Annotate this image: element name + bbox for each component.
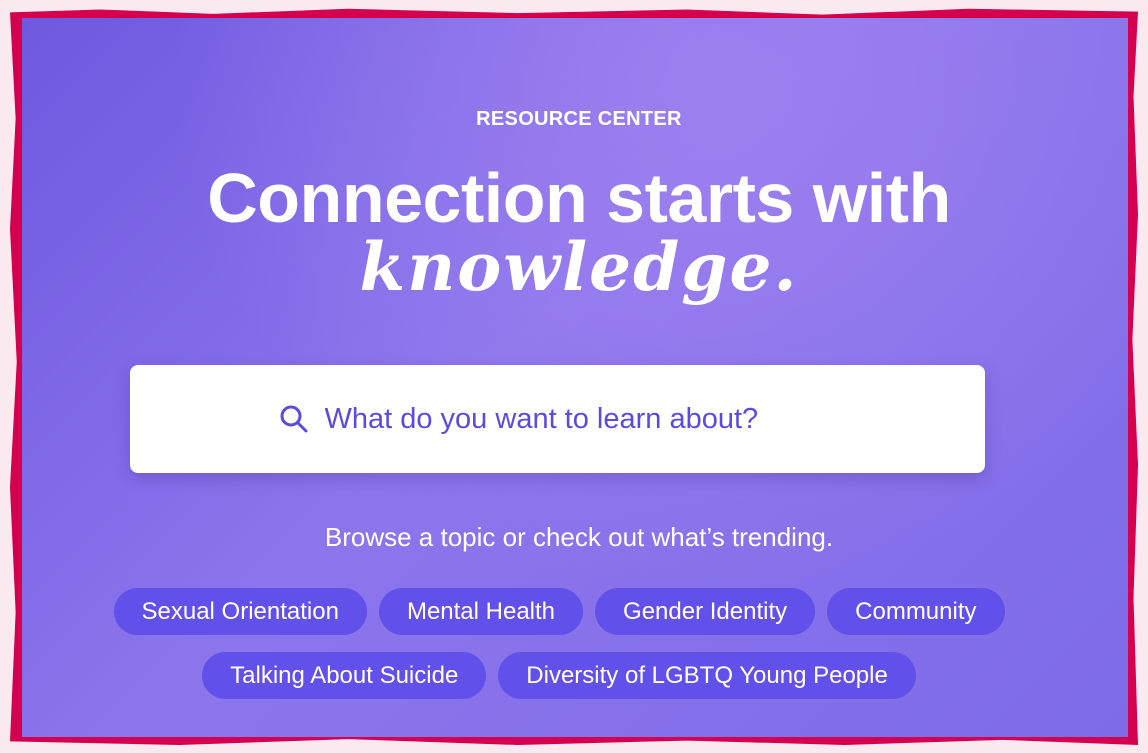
topic-tags: Sexual Orientation Mental Health Gender …: [22, 588, 1096, 716]
topic-tag-talking-about-suicide[interactable]: Talking About Suicide: [202, 652, 487, 699]
topic-tag-mental-health[interactable]: Mental Health: [378, 588, 584, 635]
browse-prompt: Browse a topic or check out what’s trend…: [324, 522, 834, 552]
topic-tag-diversity[interactable]: Diversity of LGBTQ Young People: [498, 652, 916, 699]
topic-tag-gender-identity[interactable]: Gender Identity: [595, 588, 816, 635]
topic-row-1: Sexual Orientation Mental Health Gender …: [22, 588, 1096, 635]
search-icon: [280, 405, 307, 433]
topic-tag-community[interactable]: Community: [827, 588, 1005, 635]
page-title: Connection starts with: [207, 159, 951, 237]
topic-tag-sexual-orientation[interactable]: Sexual Orientation: [113, 588, 367, 635]
eyebrow-label: RESOURCE CENTER: [476, 108, 682, 130]
page-title-script: knowledge.: [359, 228, 799, 306]
search-box[interactable]: [130, 365, 985, 473]
resource-center-hero: RESOURCE CENTER Connection starts with k…: [22, 18, 1128, 737]
topic-row-2: Talking About Suicide Diversity of LGBTQ…: [22, 652, 1096, 699]
search-input[interactable]: [322, 401, 837, 437]
